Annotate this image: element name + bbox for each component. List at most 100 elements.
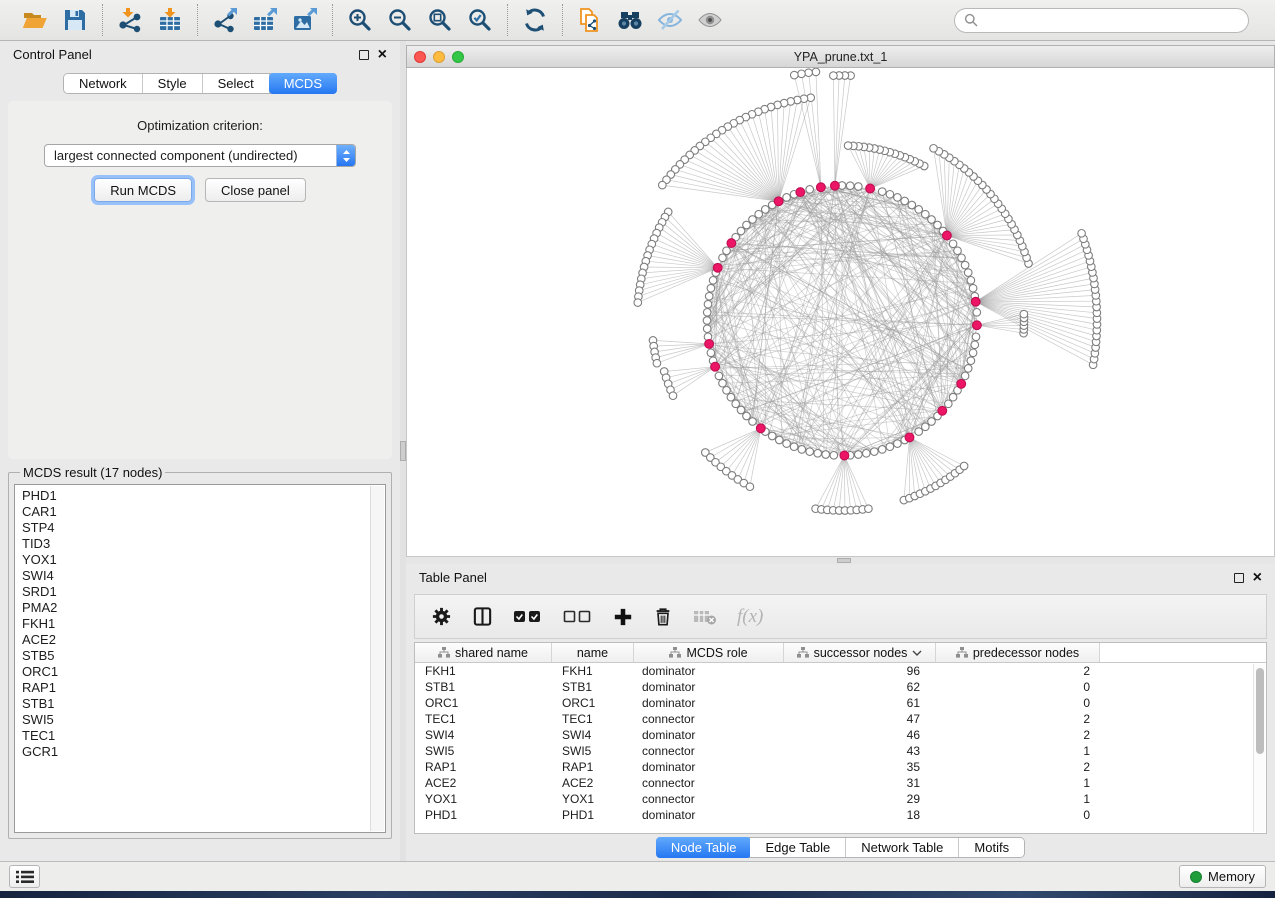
network-node[interactable]: [711, 362, 720, 371]
network-node[interactable]: [844, 142, 852, 150]
network-node[interactable]: [928, 418, 936, 426]
tab-mcds[interactable]: MCDS: [269, 73, 337, 94]
table-cell[interactable]: connector: [634, 711, 784, 727]
network-node[interactable]: [783, 440, 791, 448]
network-node[interactable]: [971, 341, 979, 349]
table-cell[interactable]: 2: [936, 759, 1100, 775]
select-all-rows-icon[interactable]: [513, 607, 543, 627]
table-cell[interactable]: dominator: [634, 695, 784, 711]
network-node[interactable]: [723, 387, 731, 395]
column-header[interactable]: name: [552, 643, 634, 663]
mcds-result-item[interactable]: FKH1: [22, 616, 385, 632]
table-cell[interactable]: TEC1: [415, 711, 552, 727]
mcds-result-item[interactable]: RAP1: [22, 680, 385, 696]
network-node[interactable]: [846, 182, 854, 190]
table-cell[interactable]: YOX1: [552, 791, 634, 807]
network-node[interactable]: [796, 188, 805, 197]
network-node[interactable]: [776, 436, 784, 444]
export-image-icon[interactable]: [287, 4, 323, 36]
network-node[interactable]: [737, 227, 745, 235]
network-node[interactable]: [945, 400, 953, 408]
network-node[interactable]: [715, 372, 723, 380]
network-canvas[interactable]: [406, 68, 1275, 557]
network-node[interactable]: [798, 446, 806, 454]
network-node[interactable]: [806, 186, 814, 194]
network-node[interactable]: [830, 72, 838, 80]
network-node[interactable]: [713, 263, 722, 272]
table-cell[interactable]: 1: [936, 791, 1100, 807]
table-cell[interactable]: 0: [936, 807, 1100, 823]
mcds-result-item[interactable]: PMA2: [22, 600, 385, 616]
mcds-result-item[interactable]: YOX1: [22, 552, 385, 568]
table-cell[interactable]: 1: [936, 775, 1100, 791]
table-cell[interactable]: dominator: [634, 727, 784, 743]
table-cell[interactable]: ACE2: [415, 775, 552, 791]
network-node[interactable]: [905, 433, 914, 442]
network-node[interactable]: [964, 269, 972, 277]
table-cell[interactable]: PHD1: [552, 807, 634, 823]
node-table[interactable]: shared namenameMCDS rolesuccessor nodesp…: [414, 642, 1267, 834]
column-header[interactable]: predecessor nodes: [936, 643, 1100, 663]
table-cell[interactable]: FKH1: [415, 663, 552, 679]
table-splitter[interactable]: [406, 557, 1275, 564]
network-node[interactable]: [908, 201, 916, 209]
table-cell[interactable]: 61: [784, 695, 936, 711]
table-row[interactable]: ACE2ACE2connector311: [415, 775, 1266, 791]
mcds-result-item[interactable]: SRD1: [22, 584, 385, 600]
table-cell[interactable]: connector: [634, 791, 784, 807]
mcds-result-item[interactable]: CAR1: [22, 504, 385, 520]
import-network-icon[interactable]: [112, 4, 148, 36]
tab-node-table[interactable]: Node Table: [656, 837, 752, 858]
network-node[interactable]: [894, 194, 902, 202]
network-node[interactable]: [737, 406, 745, 414]
network-node[interactable]: [961, 372, 969, 380]
table-cell[interactable]: SWI5: [415, 743, 552, 759]
tab-style[interactable]: Style: [143, 74, 203, 93]
network-node[interactable]: [791, 71, 799, 79]
network-node[interactable]: [930, 145, 938, 153]
mcds-result-item[interactable]: TID3: [22, 536, 385, 552]
zoom-selected-icon[interactable]: [462, 4, 498, 36]
table-cell[interactable]: connector: [634, 775, 784, 791]
table-cell[interactable]: ACE2: [552, 775, 634, 791]
column-header[interactable]: MCDS role: [634, 643, 784, 663]
table-row[interactable]: SWI4SWI4dominator462: [415, 727, 1266, 743]
network-node[interactable]: [634, 299, 642, 307]
network-node[interactable]: [727, 393, 735, 401]
add-column-icon[interactable]: [613, 607, 633, 627]
memory-button[interactable]: Memory: [1179, 865, 1266, 888]
table-cell[interactable]: dominator: [634, 759, 784, 775]
network-node[interactable]: [659, 181, 667, 189]
network-node[interactable]: [971, 297, 980, 306]
criterion-dropdown[interactable]: largest connected component (undirected): [44, 144, 356, 167]
copy-share-icon[interactable]: [572, 4, 608, 36]
network-node[interactable]: [805, 69, 813, 77]
table-cell[interactable]: 2: [936, 711, 1100, 727]
network-node[interactable]: [719, 379, 727, 387]
table-cell[interactable]: 46: [784, 727, 936, 743]
refresh-icon[interactable]: [517, 4, 553, 36]
network-node[interactable]: [817, 183, 826, 192]
tab-network[interactable]: Network: [64, 74, 143, 93]
splitter-grip[interactable]: [837, 558, 851, 563]
save-session-icon[interactable]: [57, 4, 93, 36]
network-node[interactable]: [840, 451, 849, 460]
mcds-result-item[interactable]: STB5: [22, 648, 385, 664]
network-node[interactable]: [967, 357, 975, 365]
open-file-icon[interactable]: [17, 4, 53, 36]
network-node[interactable]: [732, 400, 740, 408]
network-node[interactable]: [705, 340, 714, 349]
network-node[interactable]: [901, 197, 909, 205]
network-node[interactable]: [707, 349, 715, 357]
zoom-out-icon[interactable]: [382, 4, 418, 36]
network-node[interactable]: [669, 392, 677, 400]
network-node[interactable]: [969, 284, 977, 292]
network-node[interactable]: [768, 432, 776, 440]
table-cell[interactable]: 0: [936, 695, 1100, 711]
network-node[interactable]: [960, 462, 968, 470]
network-node[interactable]: [653, 359, 661, 367]
mcds-result-item[interactable]: SWI5: [22, 712, 385, 728]
table-cell[interactable]: RAP1: [415, 759, 552, 775]
mcds-result-item[interactable]: SWI4: [22, 568, 385, 584]
tab-select[interactable]: Select: [203, 74, 270, 93]
